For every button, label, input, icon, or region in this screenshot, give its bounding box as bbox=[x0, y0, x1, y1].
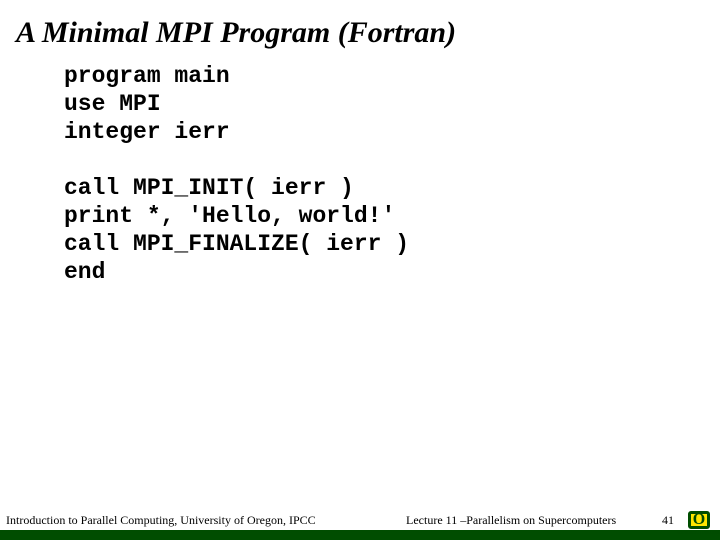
uoregon-logo: UNIVERSITY OF OREGON bbox=[684, 510, 714, 536]
code-block: program main use MPI integer ierr call M… bbox=[64, 62, 720, 286]
slide-title: A Minimal MPI Program (Fortran) bbox=[0, 0, 720, 56]
footer-left-text: Introduction to Parallel Computing, Univ… bbox=[6, 513, 316, 528]
uoregon-logo-text: UNIVERSITY OF OREGON bbox=[677, 530, 720, 535]
code-line: integer ierr bbox=[64, 119, 230, 145]
code-line: print *, 'Hello, world!' bbox=[64, 203, 395, 229]
uoregon-logo-o-icon bbox=[688, 511, 710, 529]
footer: Introduction to Parallel Computing, Univ… bbox=[0, 510, 720, 540]
slide: A Minimal MPI Program (Fortran) program … bbox=[0, 0, 720, 540]
code-line: call MPI_INIT( ierr ) bbox=[64, 175, 354, 201]
footer-accent-bar bbox=[0, 530, 720, 540]
code-line: call MPI_FINALIZE( ierr ) bbox=[64, 231, 409, 257]
code-line: use MPI bbox=[64, 91, 161, 117]
code-line: program main bbox=[64, 63, 230, 89]
footer-lecture-text: Lecture 11 –Parallelism on Supercomputer… bbox=[406, 513, 616, 528]
code-line: end bbox=[64, 259, 105, 285]
page-number: 41 bbox=[662, 513, 674, 528]
slide-content: program main use MPI integer ierr call M… bbox=[0, 56, 720, 540]
